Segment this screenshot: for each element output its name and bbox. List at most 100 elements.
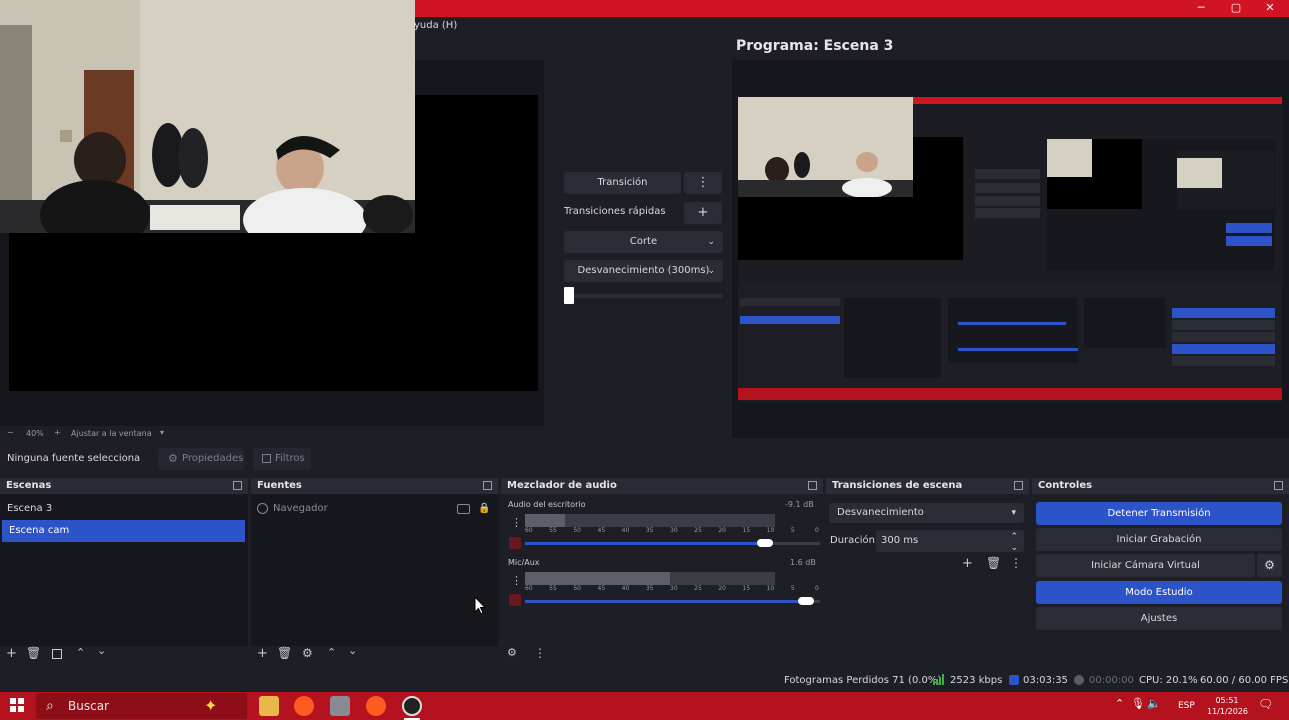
- undock-icon[interactable]: [483, 481, 492, 490]
- t-bar-handle[interactable]: [564, 287, 574, 304]
- zoom-in-button[interactable]: +: [54, 428, 61, 437]
- meter-tick-label: 0: [815, 585, 819, 592]
- language-indicator[interactable]: ESP: [1178, 701, 1195, 711]
- add-icon[interactable]: +: [257, 646, 268, 661]
- t-bar-track[interactable]: [564, 294, 723, 298]
- record-time: 00:00:00: [1089, 675, 1134, 686]
- start-recording-button[interactable]: Iniciar Grabación: [1036, 528, 1282, 551]
- menu-dots-icon[interactable]: ⋮: [1010, 556, 1022, 570]
- taskbar-clock[interactable]: 05:51 11/1/2026: [1207, 695, 1249, 717]
- trash-icon[interactable]: 🗑: [26, 646, 41, 660]
- minimize-button[interactable]: ─: [1184, 0, 1218, 17]
- brave-browser-icon[interactable]: [366, 696, 386, 716]
- status-bar: Fotogramas Perdidos 71 (0.0%) 2523 kbps …: [0, 670, 1289, 692]
- chevron-down-icon[interactable]: ⌄: [97, 644, 106, 657]
- settings-button[interactable]: Ajustes: [1036, 607, 1282, 630]
- properties-button[interactable]: ⚙ Propiedades: [158, 448, 244, 470]
- quick-transition-fade[interactable]: Desvanecimiento (300ms) ⌄: [564, 260, 723, 282]
- bitrate: 2523 kbps: [950, 675, 1003, 686]
- filters-button[interactable]: Filtros: [253, 448, 311, 470]
- scene-item[interactable]: Escena cam: [2, 520, 245, 542]
- mixer-channel-name: Mic/Aux: [508, 558, 540, 567]
- notifications-icon[interactable]: 🗨: [1258, 697, 1273, 711]
- program-screen-capture: [738, 97, 1282, 402]
- volume-knob[interactable]: [757, 539, 773, 547]
- windows-start-icon[interactable]: [10, 698, 24, 712]
- mixer-menu-icon[interactable]: ⋮: [511, 516, 522, 529]
- trash-icon[interactable]: 🗑: [277, 646, 292, 660]
- meter-tick-label: 50: [573, 527, 581, 534]
- transition-select[interactable]: Desvanecimiento ▾: [829, 503, 1024, 523]
- file-explorer-icon[interactable]: [259, 696, 279, 716]
- quick-transition-cut[interactable]: Corte ⌄: [564, 231, 723, 253]
- undock-icon[interactable]: [808, 481, 817, 490]
- transition-menu-icon[interactable]: ⋮: [684, 172, 722, 194]
- speaker-icon[interactable]: 🔈: [1147, 697, 1161, 710]
- meter-tick-label: 45: [597, 585, 606, 592]
- mute-toggle[interactable]: [509, 594, 521, 606]
- scene-item[interactable]: Escena 3: [0, 498, 246, 520]
- obs-studio-icon[interactable]: [402, 696, 422, 716]
- scenes-toolbar: + 🗑 ⌃ ⌄: [0, 644, 248, 668]
- meter-tick-label: 15: [742, 527, 751, 534]
- chevron-down-icon[interactable]: ⌄: [348, 644, 357, 657]
- tray-chevron-up-icon[interactable]: ⌃: [1115, 697, 1124, 710]
- eye-hidden-icon[interactable]: [457, 504, 470, 514]
- sources-toolbar: + 🗑 ⚙ ⌃ ⌄: [251, 644, 498, 668]
- menu-help[interactable]: yuda (H): [414, 20, 457, 31]
- brave-browser-icon[interactable]: [294, 696, 314, 716]
- meter-tick-label: 10: [766, 585, 775, 592]
- meter-tick-label: 45: [597, 527, 606, 534]
- meter-tick-label: 40: [621, 527, 630, 534]
- meter-tick-label: 50: [573, 585, 581, 592]
- meter-tick-label: 15: [742, 585, 751, 592]
- audio-meter: [525, 572, 775, 585]
- meter-tick-label: 30: [670, 527, 678, 534]
- add-icon[interactable]: +: [6, 646, 17, 661]
- maximize-button[interactable]: ▢: [1219, 0, 1253, 17]
- fit-dropdown-icon[interactable]: ▾: [160, 428, 164, 437]
- undock-icon[interactable]: [1014, 481, 1023, 490]
- duration-input[interactable]: 300 ms ⌃ ⌄: [876, 530, 1024, 553]
- virtual-camera-settings-icon[interactable]: ⚙: [1257, 554, 1282, 577]
- meter-tick-label: 10: [766, 527, 775, 534]
- quick-transitions-label: Transiciones rápidas: [564, 206, 666, 217]
- mixer-menu-icon[interactable]: ⋮: [511, 574, 522, 587]
- meter-tick-label: 5: [790, 585, 795, 592]
- menu-dots-icon[interactable]: ⋮: [534, 646, 546, 660]
- stop-streaming-button[interactable]: Detener Transmisión: [1036, 502, 1282, 525]
- app-icon[interactable]: [330, 696, 350, 716]
- start-virtual-camera-button[interactable]: Iniciar Cámara Virtual: [1036, 554, 1255, 577]
- studio-mode-button[interactable]: Modo Estudio: [1036, 581, 1282, 604]
- add-quick-transition-button[interactable]: +: [684, 202, 722, 224]
- chevron-down-icon: ⌄: [707, 237, 715, 247]
- zoom-out-button[interactable]: −: [7, 428, 14, 437]
- meter-ticks: 60 55 50 45 40 35 30 25 20 15 10 5 0: [525, 585, 820, 593]
- close-button[interactable]: ✕: [1253, 0, 1287, 17]
- add-icon[interactable]: +: [962, 556, 973, 571]
- microphone-icon[interactable]: 🎙: [1131, 697, 1145, 710]
- trash-icon[interactable]: 🗑: [986, 556, 1001, 570]
- scenes-dock: Escenas Escena 3 Escena cam + 🗑 ⌃ ⌄: [0, 478, 248, 668]
- volume-knob[interactable]: [798, 597, 814, 605]
- clock-date: 11/1/2026: [1207, 707, 1249, 716]
- source-item[interactable]: Navegador 🔒: [251, 498, 496, 520]
- chevron-up-icon[interactable]: ⌃: [327, 646, 336, 659]
- mixer-channel-db: -9.1 dB: [785, 500, 814, 509]
- meter-tick-label: 20: [718, 527, 726, 534]
- gear-icon[interactable]: ⚙: [507, 646, 517, 659]
- undock-icon[interactable]: [233, 481, 242, 490]
- taskbar-search[interactable]: ⌕ Buscar ✦: [36, 693, 247, 719]
- program-output: [732, 60, 1289, 438]
- undock-icon[interactable]: [1274, 481, 1283, 490]
- lock-icon[interactable]: 🔒: [478, 498, 490, 520]
- mute-toggle[interactable]: [509, 537, 521, 549]
- filter-icon[interactable]: [52, 649, 62, 659]
- gear-icon[interactable]: ⚙: [302, 646, 313, 660]
- fit-window-label[interactable]: Ajustar a la ventana: [71, 429, 152, 438]
- chevron-up-icon[interactable]: ⌃: [76, 646, 85, 659]
- gear-icon: ⚙: [168, 452, 178, 465]
- duration-label: Duración: [830, 535, 876, 546]
- transition-button[interactable]: Transición: [564, 172, 681, 194]
- chevron-down-icon: ⌄: [707, 266, 715, 276]
